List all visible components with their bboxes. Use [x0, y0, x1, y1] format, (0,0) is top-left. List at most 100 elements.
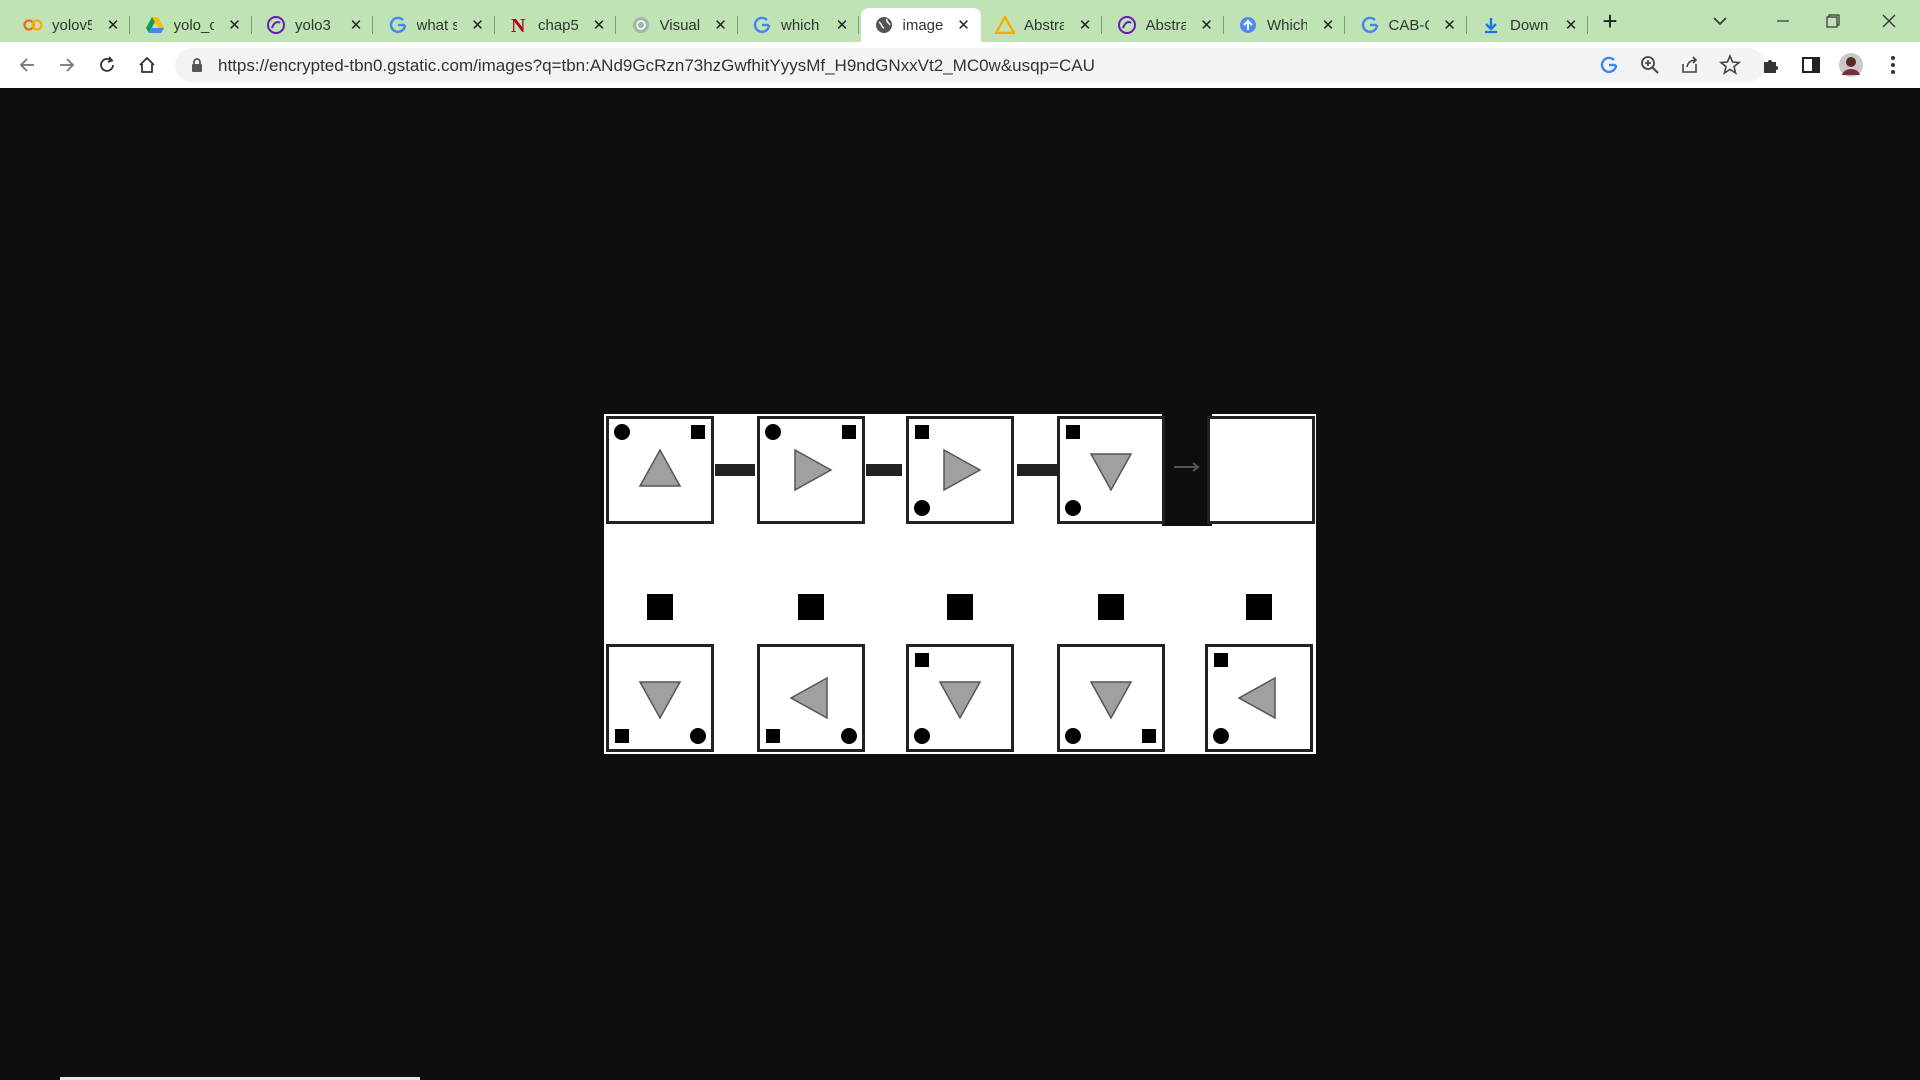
- reload-button[interactable]: [92, 50, 122, 80]
- tab-separator: [372, 16, 373, 34]
- tab-separator: [736, 16, 738, 34]
- circle-marker-icon: [614, 424, 630, 440]
- bookmark-star-icon[interactable]: [1719, 54, 1741, 76]
- option-select-marker[interactable]: [947, 594, 973, 620]
- share-icon[interactable]: [1679, 54, 1701, 76]
- option-select-marker[interactable]: [1246, 594, 1272, 620]
- square-marker-icon: [766, 729, 780, 743]
- square-marker-icon: [615, 729, 629, 743]
- tab-title: what s: [416, 16, 457, 34]
- sequence-arrow: [866, 464, 902, 476]
- tab-title: Down: [1510, 16, 1549, 34]
- close-tab-icon[interactable]: ✕: [835, 16, 849, 34]
- forward-button[interactable]: [52, 50, 82, 80]
- kebab-menu-icon: [1891, 56, 1895, 74]
- zoom-icon[interactable]: [1639, 54, 1661, 76]
- square-marker-icon: [915, 653, 929, 667]
- triangle-right-icon: [794, 448, 833, 492]
- site-icon: [265, 14, 287, 36]
- url-text[interactable]: https://encrypted-tbn0.gstatic.com/image…: [218, 56, 1095, 76]
- menu-button[interactable]: [1878, 50, 1908, 80]
- close-tab-icon[interactable]: ✕: [1200, 16, 1214, 34]
- square-marker-icon: [1214, 653, 1228, 667]
- side-panel-icon: [1802, 57, 1820, 73]
- close-tab-icon[interactable]: ✕: [106, 16, 120, 34]
- close-tab-icon[interactable]: ✕: [1321, 16, 1335, 34]
- close-tab-icon[interactable]: ✕: [714, 16, 728, 34]
- tab-strip: yolov5 ✕ yolo_c ✕ yolo3 ✕ what s ✕ Nchap5 ✕ Visual…: [0, 0, 1920, 42]
- tab-1[interactable]: yolov5 ✕: [10, 8, 130, 42]
- reload-icon: [100, 56, 114, 72]
- profile-avatar[interactable]: [1836, 50, 1866, 80]
- close-tab-icon[interactable]: ✕: [1443, 16, 1457, 34]
- close-tab-icon[interactable]: ✕: [1078, 16, 1092, 34]
- circle-marker-icon: [1065, 500, 1081, 516]
- sequence-cell-5: [1207, 416, 1315, 524]
- tab-8[interactable]: image ✕: [860, 8, 981, 42]
- tab-search-icon[interactable]: [1705, 0, 1735, 42]
- triangle-up-icon: [638, 448, 682, 487]
- circle-marker-icon: [765, 424, 781, 440]
- circle-marker-icon: [1065, 728, 1081, 744]
- close-tab-icon[interactable]: ✕: [349, 16, 363, 34]
- close-tab-icon[interactable]: ✕: [592, 16, 606, 34]
- forward-arrow-icon: [60, 58, 75, 72]
- tab-title: yolov5: [52, 16, 92, 34]
- tab-separator: [1465, 16, 1467, 34]
- google-icon: [1359, 14, 1381, 36]
- triangle-down-icon: [938, 681, 982, 720]
- home-button[interactable]: [132, 50, 162, 80]
- tab-7[interactable]: which ✕: [739, 8, 859, 42]
- close-tab-icon[interactable]: ✕: [1564, 16, 1578, 34]
- option-select-marker[interactable]: [647, 594, 673, 620]
- n-logo-icon: N: [508, 14, 530, 36]
- answer-separator: [1162, 414, 1212, 526]
- tab-separator: [250, 16, 252, 34]
- sequence-cell-1: [606, 416, 714, 524]
- triangle-right-icon: [943, 448, 982, 492]
- restore-button[interactable]: [1810, 0, 1856, 42]
- tab-10[interactable]: Abstra ✕: [1104, 8, 1224, 42]
- side-panel-button[interactable]: [1796, 50, 1826, 80]
- close-tab-icon[interactable]: ✕: [957, 16, 971, 34]
- tab-separator: [1101, 16, 1102, 34]
- triangle-down-icon: [1089, 453, 1133, 492]
- tab-4[interactable]: what s ✕: [375, 8, 495, 42]
- extensions-button[interactable]: [1756, 50, 1786, 80]
- sequence-cell-2: [757, 416, 865, 524]
- tab-separator: [1222, 16, 1224, 34]
- tab-title: Abstra: [1024, 16, 1064, 34]
- back-button[interactable]: [12, 50, 42, 80]
- sequence-arrow: [715, 464, 755, 476]
- upload-icon: [1237, 14, 1259, 36]
- tab-title: Which: [1267, 16, 1307, 34]
- tab-2[interactable]: yolo_c ✕: [132, 8, 252, 42]
- triangle-left-icon: [1237, 676, 1276, 720]
- svg-text:N: N: [511, 15, 526, 35]
- tab-title: Abstra: [1145, 16, 1186, 34]
- puzzle-piece-icon: [1764, 60, 1778, 73]
- square-marker-icon: [915, 425, 929, 439]
- tab-13[interactable]: Down ✕: [1468, 8, 1588, 42]
- close-window-button[interactable]: [1866, 0, 1912, 42]
- close-tab-icon[interactable]: ✕: [471, 16, 485, 34]
- tab-title: Visual: [659, 16, 700, 34]
- tab-9[interactable]: Abstra ✕: [982, 8, 1102, 42]
- new-tab-button[interactable]: +: [1595, 0, 1625, 42]
- tab-12[interactable]: CAB-C ✕: [1347, 8, 1467, 42]
- square-marker-icon: [1142, 729, 1156, 743]
- sequence-cell-4: [1057, 416, 1165, 524]
- option-select-marker[interactable]: [798, 594, 824, 620]
- tab-3[interactable]: yolo3 ✕: [253, 8, 373, 42]
- answer-option-5: [1205, 644, 1313, 752]
- google-lens-icon[interactable]: [1598, 54, 1620, 76]
- tab-6[interactable]: Visual ✕: [618, 8, 738, 42]
- answer-option-2: [757, 644, 865, 752]
- omnibox[interactable]: https://encrypted-tbn0.gstatic.com/image…: [175, 48, 1765, 82]
- lock-icon: [192, 58, 202, 72]
- tab-11[interactable]: Which ✕: [1225, 8, 1345, 42]
- close-tab-icon[interactable]: ✕: [228, 16, 242, 34]
- minimize-button[interactable]: [1760, 0, 1806, 42]
- option-select-marker[interactable]: [1098, 594, 1124, 620]
- tab-5[interactable]: Nchap5 ✕: [496, 8, 616, 42]
